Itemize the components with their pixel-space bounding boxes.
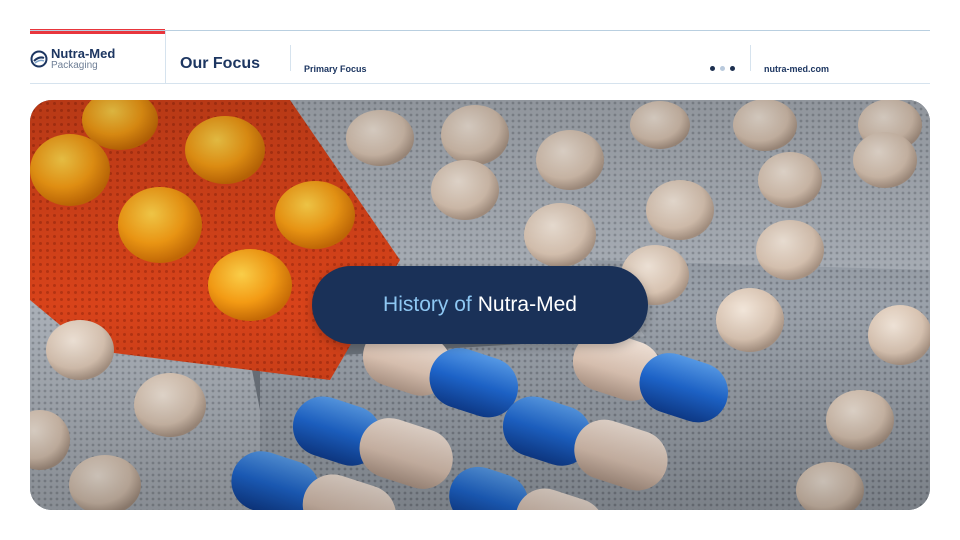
history-title-banner[interactable]: History of Nutra-Med <box>312 266 648 344</box>
page-dot[interactable] <box>730 66 735 71</box>
brand-logo[interactable]: Nutra-Med Packaging <box>30 47 115 71</box>
header-divider <box>750 45 751 71</box>
title-prefix: History of <box>383 293 472 316</box>
header-divider <box>290 45 291 71</box>
title-brand: Nutra-Med <box>477 293 577 316</box>
logo-mark-icon <box>30 50 48 68</box>
page-indicator <box>710 66 735 71</box>
website-link[interactable]: nutra-med.com <box>764 64 829 74</box>
header-divider <box>165 31 166 84</box>
header: Nutra-Med Packaging Our Focus Primary Fo… <box>30 30 930 84</box>
hero-image: History of Nutra-Med <box>30 100 930 510</box>
subsection-label: Primary Focus <box>304 64 367 74</box>
page-dot[interactable] <box>710 66 715 71</box>
logo-name: Nutra-Med <box>51 46 116 61</box>
logo-subtitle: Packaging <box>51 60 98 71</box>
section-title: Our Focus <box>180 55 261 72</box>
page-dot[interactable] <box>720 66 725 71</box>
